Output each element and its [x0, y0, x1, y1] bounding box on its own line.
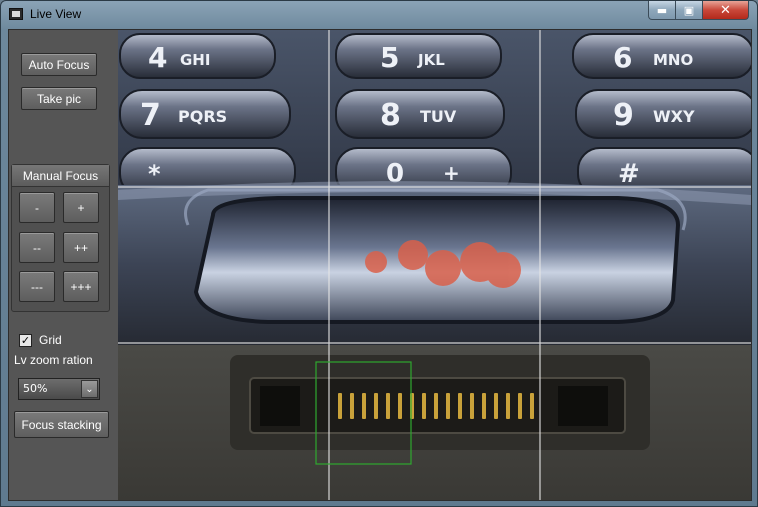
connector-pin	[506, 393, 510, 419]
auto-focus-button[interactable]: Auto Focus	[21, 53, 97, 76]
manual-focus-group: Manual Focus - + -- ++ --- +++	[11, 164, 110, 312]
key-letters: JKL	[417, 51, 445, 69]
live-view-image[interactable]: 4 GHI 5 JKL 6 MNO 7 PQRS 8 TUV 9 WXY * 0…	[118, 30, 751, 500]
key-label: *	[148, 160, 161, 188]
key-label: 9	[613, 98, 634, 133]
grid-label: Grid	[39, 333, 62, 347]
connector-pin	[350, 393, 354, 419]
key-label: 5	[380, 41, 399, 74]
connector-pin	[530, 393, 534, 419]
connector-pin	[446, 393, 450, 419]
connector-pin	[338, 393, 342, 419]
minimize-icon: ▬	[656, 3, 668, 17]
key-letters: GHI	[180, 51, 210, 69]
connector-pin	[386, 393, 390, 419]
close-icon: ✕	[720, 2, 731, 18]
manual-focus-title: Manual Focus	[12, 165, 109, 187]
window-controls: ▬ ▣ ✕	[648, 1, 749, 20]
focus-plus-3-button[interactable]: +++	[63, 271, 99, 302]
close-button[interactable]: ✕	[703, 1, 749, 20]
connector-pin	[398, 393, 402, 419]
zoom-select-value: 50%	[23, 382, 48, 395]
connector-pin	[470, 393, 474, 419]
key-label: 8	[380, 98, 401, 133]
connector-latch-right	[558, 386, 608, 426]
camera-app-icon	[9, 8, 23, 20]
connector-pin	[494, 393, 498, 419]
key-label: 4	[148, 41, 167, 74]
grid-toggle[interactable]: ✓ Grid	[19, 333, 62, 347]
maximize-button[interactable]: ▣	[676, 1, 703, 20]
connector-pin	[482, 393, 486, 419]
focus-plus-2-button[interactable]: ++	[63, 232, 99, 263]
camera-feed: 4 GHI 5 JKL 6 MNO 7 PQRS 8 TUV 9 WXY * 0…	[118, 30, 751, 500]
key-letters: MNO	[653, 51, 693, 69]
focus-stacking-button[interactable]: Focus stacking	[14, 411, 109, 438]
live-view-window: Live View ▬ ▣ ✕ Auto Focus Take pic Manu…	[0, 0, 758, 507]
zoom-select[interactable]: 50% ⌄	[18, 378, 100, 400]
chevron-down-icon[interactable]: ⌄	[81, 380, 98, 398]
focus-minus-3-button[interactable]: ---	[19, 271, 55, 302]
client-area: Auto Focus Take pic Manual Focus - + -- …	[8, 29, 752, 501]
connector-pin	[434, 393, 438, 419]
key-label: 7	[140, 98, 161, 133]
connector-pin	[374, 393, 378, 419]
maximize-icon: ▣	[683, 3, 695, 17]
focus-plus-1-button[interactable]: +	[63, 192, 99, 223]
connector-pin	[458, 393, 462, 419]
connector-pin	[422, 393, 426, 419]
focus-minus-2-button[interactable]: --	[19, 232, 55, 263]
connector-pin	[518, 393, 522, 419]
grid-checkbox[interactable]: ✓	[19, 333, 32, 347]
focus-minus-1-button[interactable]: -	[19, 192, 55, 223]
minimize-button[interactable]: ▬	[648, 1, 676, 20]
key-letters: PQRS	[178, 107, 227, 126]
key-letters: TUV	[420, 107, 457, 126]
zoom-label: Lv zoom ration	[14, 353, 93, 367]
key-label: 6	[613, 41, 632, 74]
key-letters: WXY	[653, 107, 695, 126]
take-pic-button[interactable]: Take pic	[21, 87, 97, 110]
key-label: #	[618, 159, 640, 189]
connector-pin	[362, 393, 366, 419]
title-bar[interactable]: Live View ▬ ▣ ✕	[1, 1, 757, 29]
connector-latch-left	[260, 386, 300, 426]
control-sidebar: Auto Focus Take pic Manual Focus - + -- …	[9, 30, 118, 500]
window-title: Live View	[30, 7, 82, 21]
